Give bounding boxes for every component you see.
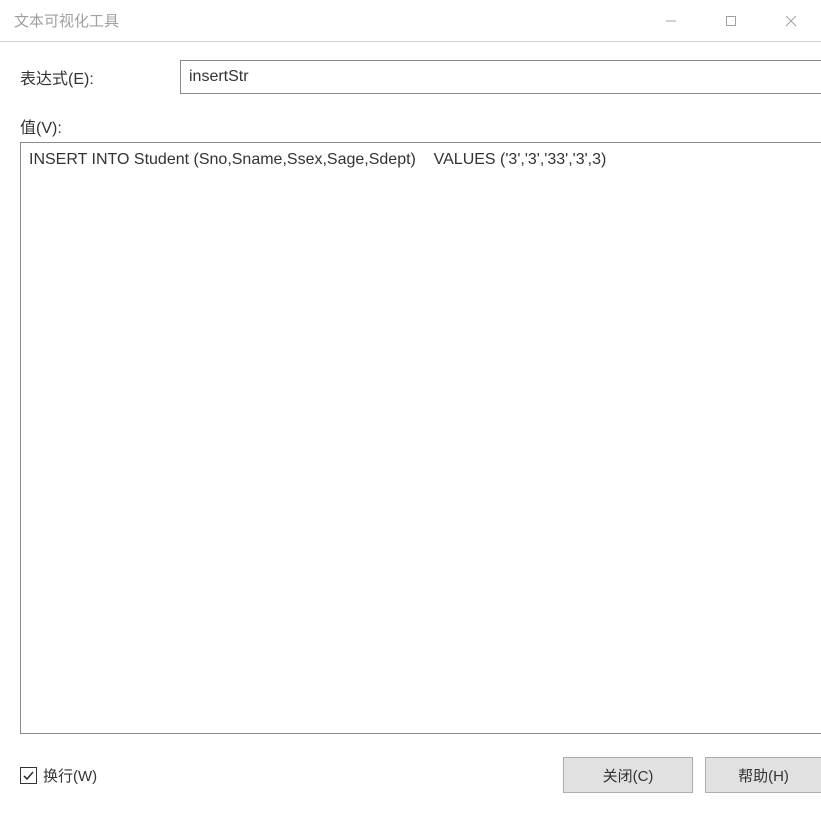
expression-label: 表达式(E): [20,65,180,89]
help-button[interactable]: 帮助(H) [705,757,821,793]
close-icon [785,15,797,27]
minimize-button[interactable] [641,0,701,41]
window-title: 文本可视化工具 [14,10,119,31]
wrap-checkbox[interactable] [20,767,37,784]
wrap-checkbox-container[interactable]: 换行(W) [20,765,97,786]
titlebar: 文本可视化工具 [0,0,821,42]
content-area: 表达式(E): 值(V): 换行(W) 关闭(C) 帮助(H) [0,42,821,793]
value-label: 值(V): [20,114,821,138]
maximize-button[interactable] [701,0,761,41]
expression-row: 表达式(E): [20,60,821,94]
close-button[interactable] [761,0,821,41]
value-textarea[interactable] [20,142,821,734]
checkmark-icon [22,769,35,782]
maximize-icon [725,15,737,27]
minimize-icon [665,15,677,27]
bottom-row: 换行(W) 关闭(C) 帮助(H) [20,757,821,793]
close-button-action[interactable]: 关闭(C) [563,757,693,793]
expression-input[interactable] [180,60,821,94]
button-row: 关闭(C) 帮助(H) [563,757,821,793]
wrap-checkbox-label: 换行(W) [43,765,97,786]
window-controls [641,0,821,41]
